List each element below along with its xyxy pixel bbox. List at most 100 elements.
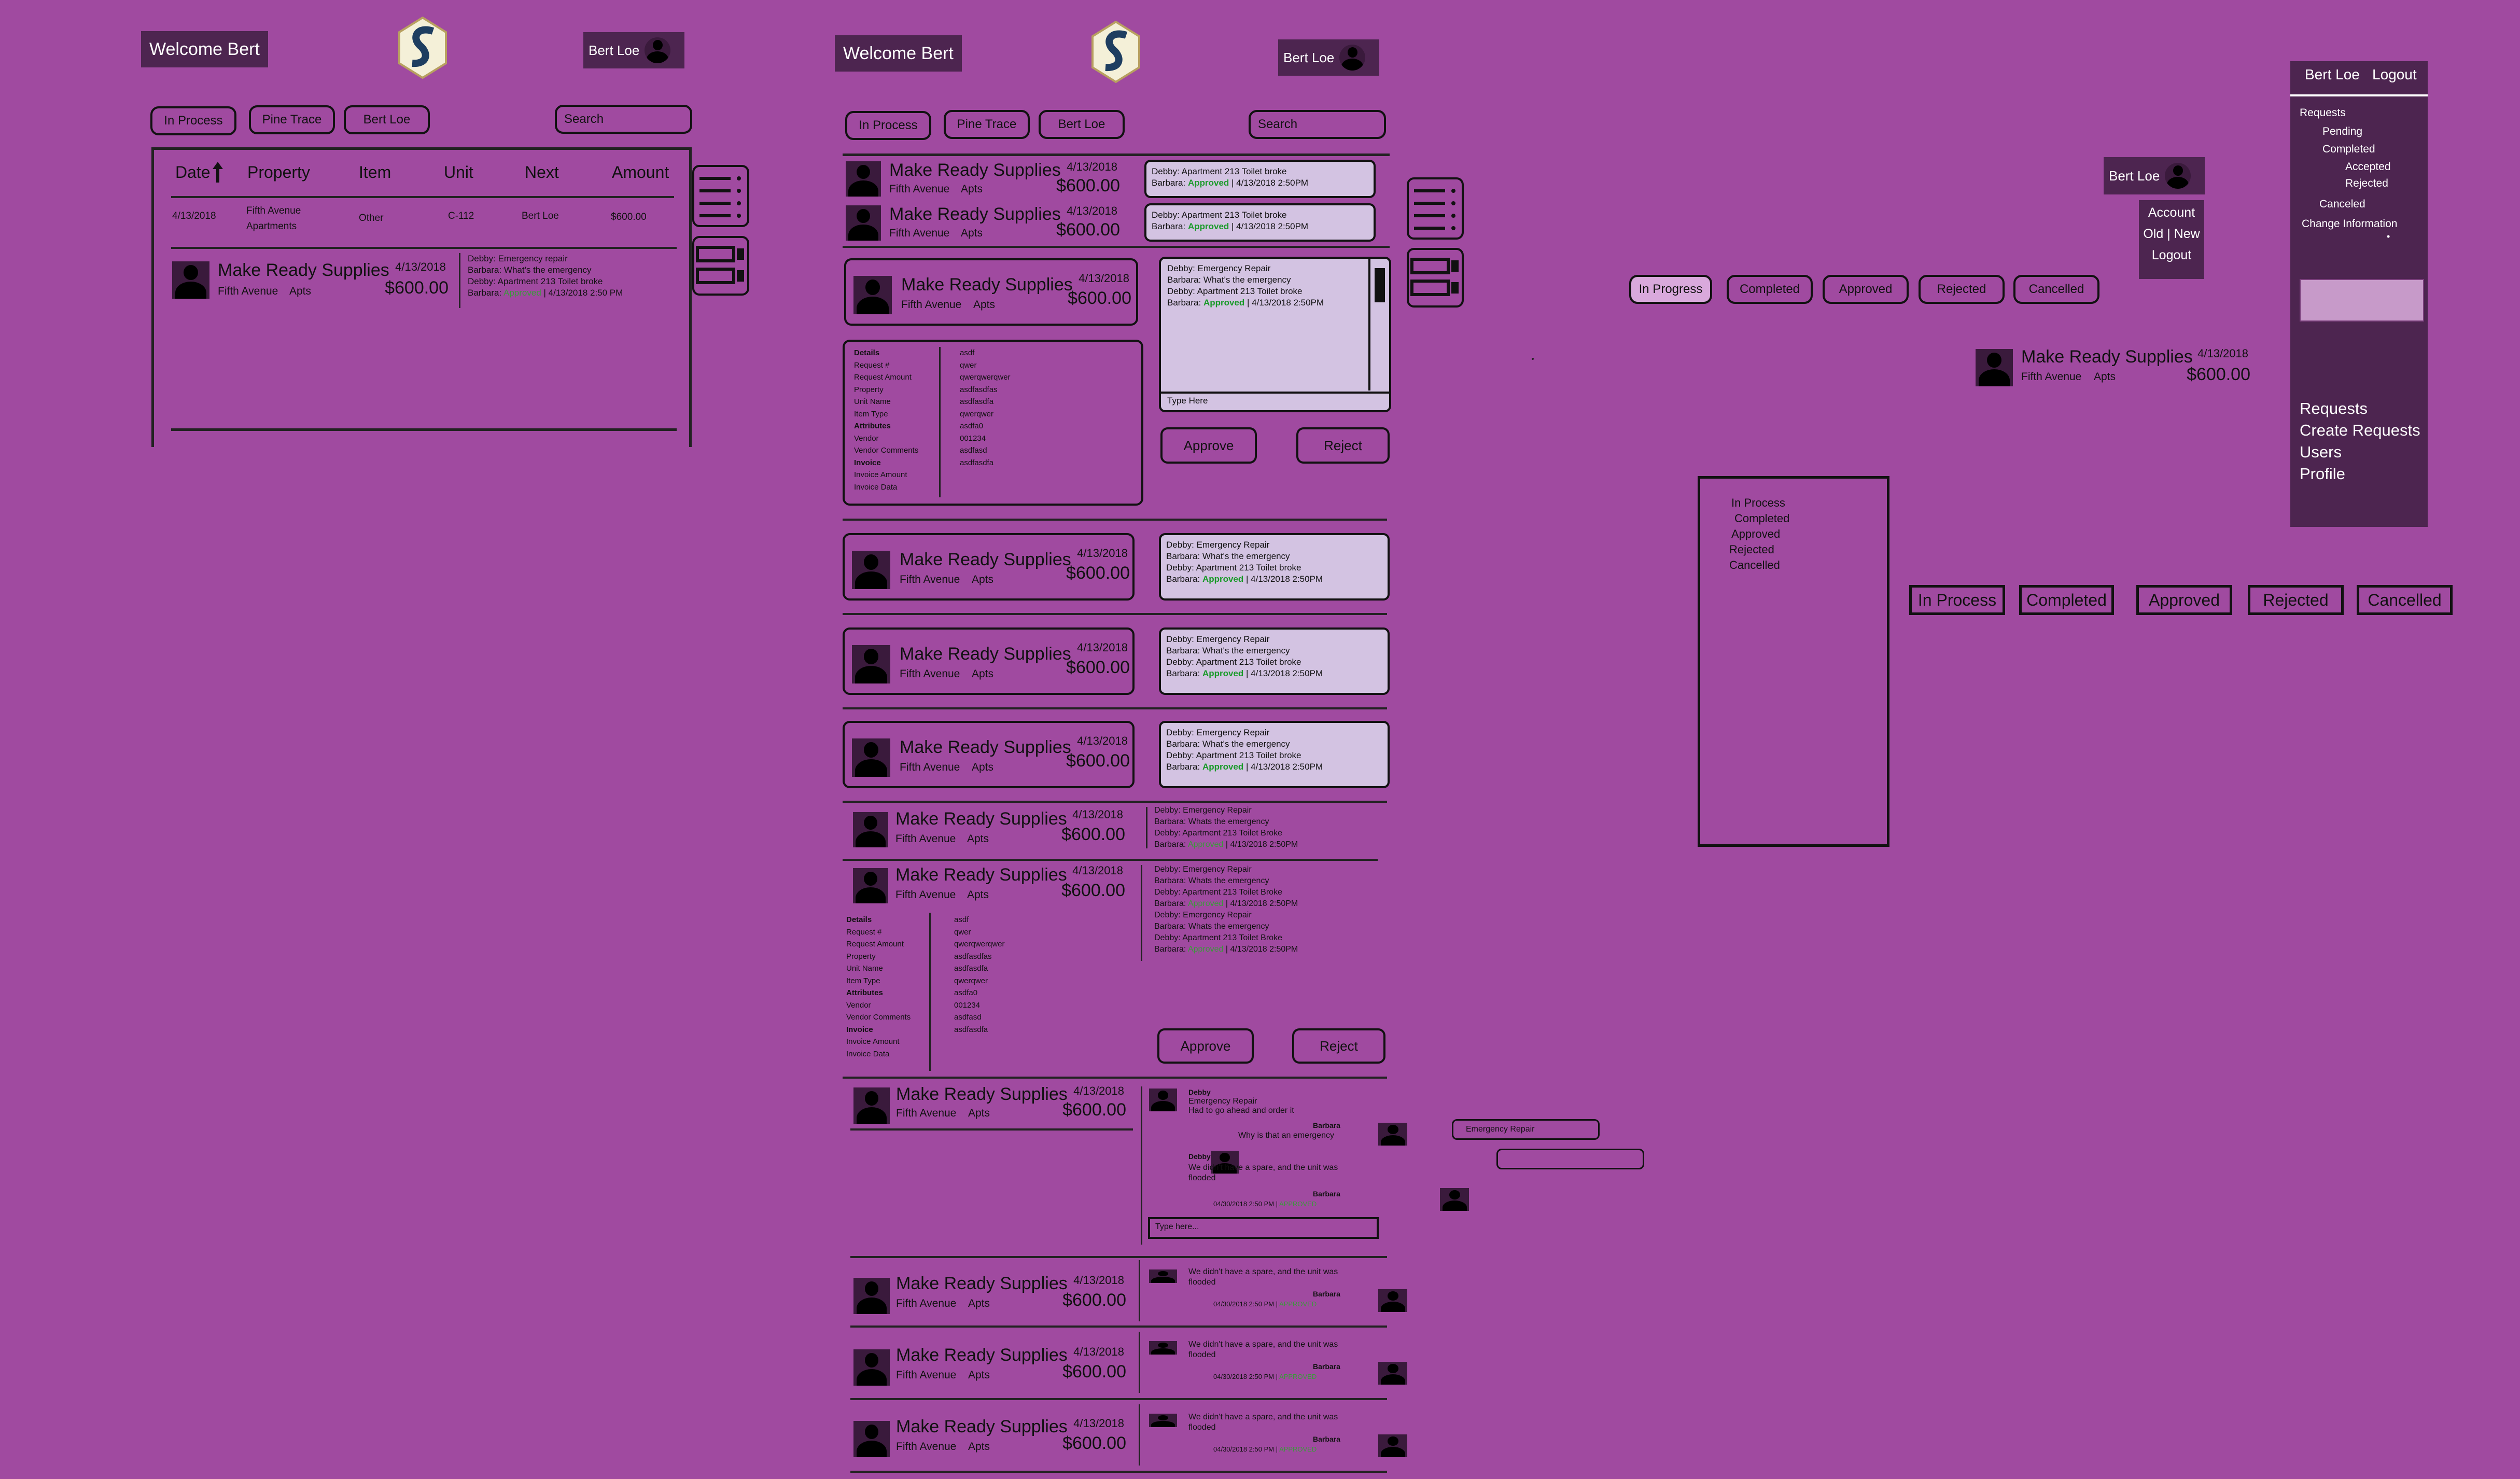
user-menu[interactable]: Bert Loe bbox=[583, 32, 684, 68]
message-thread: Debby: Emergency Repair Barbara: What's … bbox=[1167, 263, 1324, 309]
reject-button[interactable]: Reject bbox=[1292, 1028, 1385, 1064]
nav-profile[interactable]: Profile bbox=[2300, 465, 2345, 483]
sidebar-logout[interactable]: Logout bbox=[2372, 66, 2417, 83]
request-card[interactable]: Make Ready Supplies Fifth Avenue Apts 4/… bbox=[1970, 344, 2261, 390]
nav-requests[interactable]: Requests bbox=[2300, 399, 2368, 418]
message-preview[interactable]: Debby: Apartment 213 Toilet broke Barbar… bbox=[1144, 160, 1376, 198]
filter-user[interactable]: Bert Loe bbox=[344, 105, 430, 134]
message-preview[interactable]: Debby: Emergency Repair Barbara: What's … bbox=[1159, 533, 1390, 601]
sidebar-blank-box[interactable] bbox=[2300, 279, 2424, 322]
status-item[interactable]: Completed bbox=[1731, 511, 1789, 526]
old-link[interactable]: Old bbox=[2143, 227, 2163, 241]
status-button-in-process[interactable]: In Process bbox=[1909, 585, 2005, 615]
reject-button[interactable]: Reject bbox=[1296, 427, 1390, 464]
nav-users[interactable]: Users bbox=[2300, 443, 2342, 462]
attributes-heading: Attributes bbox=[854, 422, 891, 430]
tree-canceled[interactable]: Canceled bbox=[2319, 198, 2365, 211]
request-card[interactable]: Make Ready Supplies Fifth Avenue Apts 4/… bbox=[843, 201, 1125, 244]
message-preview[interactable]: Debby: Emergency Repair Barbara: What's … bbox=[1159, 721, 1390, 788]
request-card[interactable]: Make Ready Supplies Fifth Avenue Apts 4/… bbox=[843, 627, 1135, 695]
user-menu[interactable]: Bert Loe bbox=[2104, 157, 2205, 194]
card-view-icon[interactable] bbox=[692, 236, 749, 296]
header-amount[interactable]: Amount bbox=[612, 163, 669, 182]
message-author: Barbara: bbox=[1152, 178, 1188, 188]
tab-rejected[interactable]: Rejected bbox=[1919, 275, 2005, 304]
request-card-expanded[interactable]: Make Ready Supplies Fifth Avenue Apts 4/… bbox=[844, 258, 1138, 326]
status-button-approved[interactable]: Approved bbox=[2136, 585, 2232, 615]
table-row[interactable]: 4/13/2018 Fifth Avenue Apartments Other … bbox=[171, 205, 674, 241]
request-card[interactable]: Make Ready Supplies Fifth Avenue Apts 4/… bbox=[846, 1271, 1134, 1318]
row-rule bbox=[843, 613, 1387, 615]
filter-in-process[interactable]: In Process bbox=[845, 111, 931, 140]
chat-preview[interactable]: We didn't have a spare, and the unit was… bbox=[1146, 1260, 1408, 1322]
card-view-icon[interactable] bbox=[1407, 248, 1464, 308]
status-list: In Process Completed Approved Rejected C… bbox=[1729, 495, 1789, 573]
status-button-completed[interactable]: Completed bbox=[2019, 585, 2114, 615]
filter-in-process[interactable]: In Process bbox=[150, 106, 236, 135]
tab-completed[interactable]: Completed bbox=[1727, 275, 1813, 304]
account-link[interactable]: Account bbox=[2139, 205, 2204, 220]
chat-input[interactable]: Type here... bbox=[1148, 1217, 1379, 1239]
request-card[interactable]: Make Ready Supplies Fifth Avenue Apts 4/… bbox=[846, 1342, 1134, 1390]
status-item[interactable]: Approved bbox=[1731, 526, 1789, 542]
approve-button[interactable]: Approve bbox=[1157, 1028, 1254, 1064]
request-card[interactable]: Make Ready Supplies Fifth Avenue Apts 4/… bbox=[846, 1414, 1134, 1461]
avatar-icon bbox=[853, 1349, 890, 1386]
header-property[interactable]: Property bbox=[247, 163, 310, 182]
search-input[interactable]: Search bbox=[1249, 110, 1386, 139]
nav-create-requests[interactable]: Create Requests bbox=[2300, 421, 2420, 440]
tree-accepted[interactable]: Accepted bbox=[2345, 161, 2391, 173]
request-card[interactable]: Make Ready Supplies Fifth Avenue Apts 4/… bbox=[171, 254, 451, 311]
status-button-rejected[interactable]: Rejected bbox=[2248, 585, 2344, 615]
request-card[interactable]: Make Ready Supplies Fifth Avenue Apts 4/… bbox=[843, 805, 1130, 852]
tree-pending[interactable]: Pending bbox=[2322, 125, 2362, 138]
tree-requests[interactable]: Requests bbox=[2300, 107, 2346, 119]
status-item[interactable]: Rejected bbox=[1729, 542, 1789, 557]
search-input[interactable]: Search bbox=[555, 105, 692, 134]
sidebar-user[interactable]: Bert Loe bbox=[2305, 66, 2360, 83]
chat-preview[interactable]: We didn't have a spare, and the unit was… bbox=[1146, 1404, 1408, 1467]
message-preview[interactable]: Debby: Apartment 213 Toilet broke Barbar… bbox=[1144, 203, 1376, 242]
request-card[interactable]: Make Ready Supplies Fifth Avenue Apts 4/… bbox=[843, 157, 1125, 200]
message-preview[interactable]: Debby: Emergency Repair Barbara: What's … bbox=[1159, 627, 1390, 695]
header-item[interactable]: Item bbox=[359, 163, 391, 182]
logout-link[interactable]: Logout bbox=[2139, 248, 2204, 263]
status-button-cancelled[interactable]: Cancelled bbox=[2357, 585, 2453, 615]
request-amount: $600.00 bbox=[1068, 288, 1131, 308]
tree-completed[interactable]: Completed bbox=[2322, 143, 2375, 156]
request-card[interactable]: Make Ready Supplies Fifth Avenue Apts 4/… bbox=[846, 1081, 1134, 1128]
row-rule bbox=[850, 1398, 1387, 1400]
new-link[interactable]: New bbox=[2174, 227, 2200, 241]
filter-user[interactable]: Bert Loe bbox=[1039, 110, 1125, 139]
tab-cancelled[interactable]: Cancelled bbox=[2013, 275, 2099, 304]
request-card[interactable]: Make Ready Supplies Fifth Avenue Apts 4/… bbox=[843, 861, 1130, 908]
reply-input[interactable]: Type Here bbox=[1161, 392, 1389, 410]
row-property: Fifth Avenue bbox=[246, 205, 301, 216]
scrollbar-thumb[interactable] bbox=[1375, 268, 1385, 302]
status-item[interactable]: Cancelled bbox=[1729, 557, 1789, 573]
chat-preview[interactable]: We didn't have a spare, and the unit was… bbox=[1146, 1332, 1408, 1394]
request-card[interactable]: Make Ready Supplies Fifth Avenue Apts 4/… bbox=[843, 533, 1135, 601]
filter-property[interactable]: Pine Trace bbox=[249, 105, 335, 134]
list-view-icon[interactable] bbox=[1407, 177, 1464, 240]
header-unit[interactable]: Unit bbox=[444, 163, 473, 182]
request-title: Make Ready Supplies bbox=[2021, 347, 2193, 367]
filter-property[interactable]: Pine Trace bbox=[944, 110, 1030, 139]
avatar-icon bbox=[853, 812, 888, 847]
scrollbar[interactable] bbox=[1368, 259, 1389, 390]
request-card[interactable]: Make Ready Supplies Fifth Avenue Apts 4/… bbox=[843, 721, 1135, 788]
tree-change-information[interactable]: Change Information bbox=[2302, 218, 2397, 230]
message-panel[interactable]: Debby: Emergency Repair Barbara: What's … bbox=[1159, 257, 1391, 412]
status-item[interactable]: In Process bbox=[1731, 495, 1789, 511]
tab-in-progress[interactable]: In Progress bbox=[1629, 275, 1712, 304]
tab-approved[interactable]: Approved bbox=[1823, 275, 1909, 304]
arrow-up-icon bbox=[212, 162, 223, 183]
user-menu[interactable]: Bert Loe bbox=[1278, 39, 1379, 76]
approve-button[interactable]: Approve bbox=[1160, 427, 1257, 464]
tree-rejected[interactable]: Rejected bbox=[2345, 177, 2388, 190]
sort-header-date[interactable]: Date bbox=[175, 161, 224, 184]
request-date: 4/13/2018 bbox=[1073, 1084, 1124, 1097]
avatar-icon bbox=[853, 1278, 890, 1314]
list-view-icon[interactable] bbox=[692, 165, 749, 227]
header-next[interactable]: Next bbox=[525, 163, 559, 182]
